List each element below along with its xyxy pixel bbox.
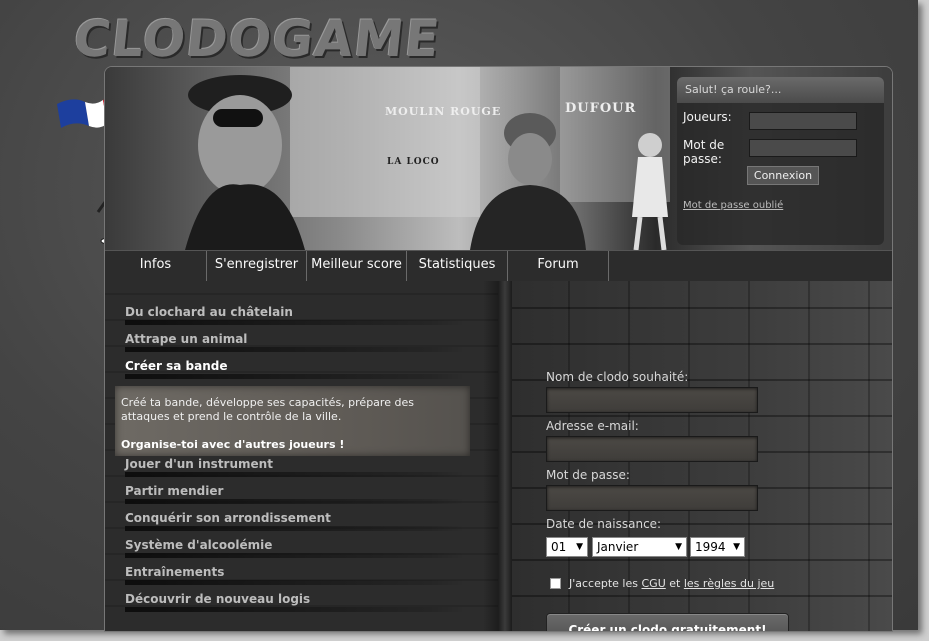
nav-infos[interactable]: Infos bbox=[105, 251, 207, 282]
nav-high-score[interactable]: Meilleur score bbox=[307, 251, 407, 282]
main-frame: MOULIN ROUGE DUFOUR LA LOCO Salut! ça ro… bbox=[104, 66, 893, 632]
feature-item[interactable]: Découvrir de nouveau logis bbox=[125, 591, 465, 612]
feature-cta: Organise-toi avec d'autres joueurs ! bbox=[121, 438, 345, 451]
feature-item[interactable]: Conquérir son arrondissement bbox=[125, 510, 465, 531]
birth-day-value: 01 bbox=[551, 540, 567, 554]
nav-register[interactable]: S'enregistrer bbox=[207, 251, 307, 282]
birth-month-value: Janvier bbox=[597, 540, 639, 554]
feature-item[interactable]: Partir mendier bbox=[125, 483, 465, 504]
feature-item[interactable]: Du clochard au châtelain bbox=[125, 304, 465, 325]
chevron-down-icon: ▼ bbox=[733, 542, 740, 552]
feature-item[interactable]: Jouer d'un instrument bbox=[125, 456, 465, 477]
main-nav: Infos S'enregistrer Meilleur score Stati… bbox=[105, 250, 892, 283]
site-logo[interactable]: CLODOGAME bbox=[71, 8, 443, 70]
login-greeting: Salut! ça roule?... bbox=[677, 77, 884, 103]
login-panel: Salut! ça roule?... Joueurs: Mot de pass… bbox=[677, 77, 884, 245]
username-input[interactable] bbox=[749, 112, 857, 130]
banner-man-center-image bbox=[470, 113, 586, 250]
header-banner: MOULIN ROUGE DUFOUR LA LOCO Salut! ça ro… bbox=[105, 67, 892, 250]
birth-day-select[interactable]: 01 ▼ bbox=[546, 537, 588, 557]
clodo-name-label: Nom de clodo souhaité: bbox=[546, 370, 689, 384]
players-label: Joueurs: bbox=[683, 110, 732, 124]
terms-prefix: J'accepte les bbox=[569, 577, 638, 590]
game-rules-link[interactable]: les règles du jeu bbox=[684, 577, 774, 590]
feature-item[interactable]: Entraînements bbox=[125, 564, 465, 585]
terms-text: J'accepte les CGU et les règles du jeu bbox=[569, 577, 774, 591]
feature-item[interactable]: Attrape un animal bbox=[125, 331, 465, 352]
password-label: Mot de passe: bbox=[683, 138, 724, 166]
birthdate-label: Date de naissance: bbox=[546, 517, 662, 531]
content-divider bbox=[498, 281, 512, 631]
feature-description: Créé ta bande, développe ses capacités, … bbox=[121, 396, 414, 423]
register-password-label: Mot de passe: bbox=[546, 468, 630, 482]
email-label: Adresse e-mail: bbox=[546, 419, 639, 433]
birth-year-value: 1994 bbox=[695, 540, 726, 554]
page: CLODOGAME MOULIN ROUGE DUFOUR LA LOCO Sa… bbox=[0, 0, 918, 632]
chevron-down-icon: ▼ bbox=[576, 542, 583, 552]
content-area: Du clochard au châtelain Attrape un anim… bbox=[105, 281, 892, 631]
create-account-button[interactable]: Créer un clodo gratuitement! bbox=[546, 613, 789, 631]
password-label-line1: Mot de bbox=[683, 138, 725, 152]
banner-sign-loco: LA LOCO bbox=[387, 157, 440, 167]
password-input[interactable] bbox=[749, 139, 857, 157]
cgu-link[interactable]: CGU bbox=[642, 577, 666, 590]
feature-description-box: Créé ta bande, développe ses capacités, … bbox=[115, 386, 470, 456]
clodo-name-input[interactable] bbox=[546, 387, 758, 413]
email-input[interactable] bbox=[546, 436, 758, 462]
forgot-password-link[interactable]: Mot de passe oublié bbox=[683, 200, 783, 211]
birth-year-select[interactable]: 1994 ▼ bbox=[690, 537, 745, 557]
banner-woman-image bbox=[632, 133, 668, 250]
terms-checkbox[interactable] bbox=[550, 578, 561, 589]
birth-month-select[interactable]: Janvier ▼ bbox=[592, 537, 687, 557]
password-label-line2: passe: bbox=[683, 152, 722, 166]
register-password-input[interactable] bbox=[546, 485, 758, 511]
feature-item[interactable]: Système d'alcoolémie bbox=[125, 537, 465, 558]
nav-forum[interactable]: Forum bbox=[508, 251, 609, 282]
chevron-down-icon: ▼ bbox=[675, 542, 682, 552]
feature-item-active[interactable]: Créer sa bande bbox=[125, 358, 465, 379]
login-button[interactable]: Connexion bbox=[747, 166, 819, 185]
terms-and: et bbox=[669, 577, 681, 590]
banner-man-left-image bbox=[185, 75, 305, 250]
nav-statistics[interactable]: Statistiques bbox=[407, 251, 508, 282]
